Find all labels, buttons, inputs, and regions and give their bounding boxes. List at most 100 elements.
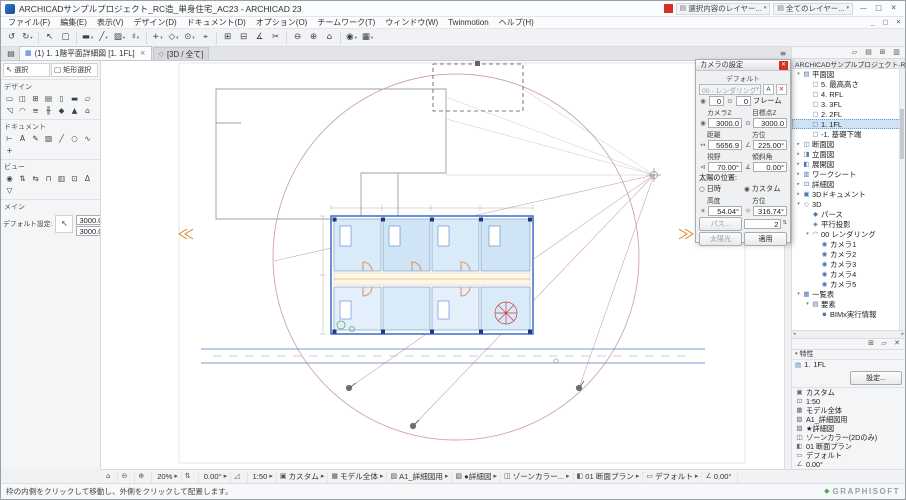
tree-item[interactable]: ▸ ◫ 断面図: [792, 139, 905, 149]
tilt-field[interactable]: 0.00°: [753, 162, 787, 172]
menu-item[interactable]: ウィンドウ(W): [380, 17, 443, 28]
camera-tool-icon[interactable]: ◉: [3, 173, 16, 185]
doc-minimize-button[interactable]: _: [866, 19, 879, 26]
radio-custom[interactable]: ◉ カスタム: [744, 184, 787, 194]
menu-item[interactable]: Twinmotion: [443, 18, 493, 27]
tree-item[interactable]: ◉ カメラ3: [792, 259, 905, 269]
expander-icon[interactable]: ▾: [795, 71, 802, 77]
layer-combination[interactable]: ▣ カスタム ▸: [277, 470, 329, 483]
tree-item[interactable]: ▾ ▤ 要素: [792, 299, 905, 309]
arrow-tool-icon[interactable]: ↖: [42, 31, 57, 45]
worksheet-tool-icon[interactable]: ▥: [55, 173, 68, 185]
fit-in-window-icon[interactable]: ⌂: [322, 31, 337, 45]
section-design[interactable]: デザイン: [1, 79, 100, 93]
favorite-line-icon[interactable]: ╱: [96, 31, 111, 45]
show-3d-icon[interactable]: ▦: [360, 31, 375, 45]
tree-item[interactable]: ▸ ▣ 3Dドキュメント: [792, 189, 905, 199]
organizer-icon[interactable]: ⊞: [876, 47, 889, 58]
selection-layers-dropdown[interactable]: ▤ 選択内容のレイヤー... ▾: [675, 2, 771, 15]
curtain-wall-tool-icon[interactable]: ▤: [42, 93, 55, 105]
camera-view-icon[interactable]: ◉: [344, 31, 359, 45]
orientation[interactable]: ∠ 0.00°: [792, 460, 905, 469]
spinner-icon[interactable]: ⇅: [782, 221, 787, 227]
project-root[interactable]: ARCHICADサンプルプロジェクト-RC... ^: [792, 58, 905, 70]
label-tool-icon[interactable]: ✎: [29, 133, 42, 145]
close-tab-icon[interactable]: ×: [140, 50, 146, 57]
menu-item[interactable]: 編集(E): [55, 17, 92, 28]
dimension-style[interactable]: ▭ デフォルト: [792, 451, 905, 460]
tree-item[interactable]: ◉ カメラ4: [792, 269, 905, 279]
tree-item[interactable]: ▸ ⊡ 詳細図: [792, 179, 905, 189]
tree-item[interactable]: ▾ ◠ 00 レンダリング: [792, 229, 905, 239]
cut-icon[interactable]: ✂: [268, 31, 283, 45]
close-icon[interactable]: ✕: [779, 60, 788, 70]
tree-item[interactable]: ▢ -1. 基礎下端: [792, 129, 905, 139]
maximize-button[interactable]: □: [871, 3, 886, 15]
scale-icon[interactable]: ◿: [231, 470, 248, 483]
expander-icon[interactable]: ▸: [795, 141, 802, 147]
radio-datetime[interactable]: ○ 日時: [699, 184, 742, 194]
doc-restore-button[interactable]: ▢: [879, 19, 892, 26]
minimize-button[interactable]: —: [856, 3, 871, 15]
group-icon[interactable]: ⊞: [220, 31, 235, 45]
tree-item[interactable]: ▢ 3. 3FL: [792, 99, 905, 109]
toolbar-separator[interactable]: [76, 31, 77, 44]
gravity-icon[interactable]: ⊙: [182, 31, 197, 45]
scroll-left-icon[interactable]: ◂: [793, 332, 796, 337]
arrow-select-button[interactable]: ↖ 選択: [3, 63, 50, 77]
menu-item[interactable]: 表示(V): [92, 17, 129, 28]
zoom-in-icon[interactable]: ⊕: [306, 31, 321, 45]
apply-button[interactable]: 適用: [744, 232, 787, 246]
properties-header[interactable]: ▾ 特性: [792, 350, 905, 360]
expander-icon[interactable]: ▸: [795, 181, 802, 187]
frame-number-field[interactable]: 0: [736, 96, 751, 106]
marquee-tool-icon[interactable]: ▢: [58, 31, 73, 45]
elevation-tool-icon[interactable]: ⇆: [29, 173, 42, 185]
toolbar-separator[interactable]: [286, 31, 287, 44]
coordinate-icon[interactable]: ⌖: [198, 31, 213, 45]
menu-item[interactable]: ドキュメント(D): [182, 17, 251, 28]
step-field[interactable]: 2: [744, 219, 782, 229]
expander-icon[interactable]: ▾: [804, 301, 811, 307]
fill-tool-icon[interactable]: ▨: [42, 133, 55, 145]
interior-elevation-tool-icon[interactable]: ⊓: [42, 173, 55, 185]
tree-item[interactable]: ◉ カメラ2: [792, 249, 905, 259]
distance-field[interactable]: 5656.9: [708, 140, 742, 150]
section-view[interactable]: ビュー: [1, 159, 100, 173]
tree-item[interactable]: ▾ ▦ 一覧表: [792, 289, 905, 299]
dimension-tool-icon[interactable]: ⊢: [3, 133, 16, 145]
change-tool-icon[interactable]: Δ: [81, 173, 94, 185]
tree-item[interactable]: ▪ BIMx実行情報: [792, 309, 905, 319]
railing-tool-icon[interactable]: ╫: [42, 105, 55, 117]
sort-az-button[interactable]: A: [763, 84, 774, 95]
tree-item[interactable]: ◆ パース: [792, 209, 905, 219]
redo-icon[interactable]: ↻: [20, 31, 35, 45]
snap-points-icon[interactable]: ◇: [166, 31, 181, 45]
column-tool-icon[interactable]: ▯: [55, 93, 68, 105]
tree-item[interactable]: ▸ ◨ 立面図: [792, 149, 905, 159]
model-view-options[interactable]: ▨ ●詳細図 ▸: [452, 470, 501, 483]
tab-3d-view[interactable]: ◇ [3D / 全て]: [152, 47, 210, 60]
target-z-field[interactable]: 3000.0: [753, 118, 787, 128]
wall-tool-icon[interactable]: ▭: [3, 93, 16, 105]
tab-floor-plan[interactable]: ▦ (1) 1. 1階平面詳細図 [1. 1FL] ×: [19, 46, 152, 60]
grid-snap-icon[interactable]: ♯: [128, 31, 143, 45]
sun-azimuth-field[interactable]: 316.74°: [753, 206, 787, 216]
view-menu-icon[interactable]: ▤: [3, 47, 19, 60]
stair-tool-icon[interactable]: ≡: [29, 105, 42, 117]
menu-item[interactable]: ヘルプ(H): [494, 17, 539, 28]
expander-icon[interactable]: ▸: [795, 171, 802, 177]
toolbar-separator[interactable]: [146, 31, 147, 44]
marker-tool-icon[interactable]: ▽: [3, 185, 16, 197]
settings-button[interactable]: 設定...: [850, 371, 902, 386]
detail-tool-icon[interactable]: ⊡: [68, 173, 81, 185]
scroll-right-icon[interactable]: ▸: [901, 332, 904, 337]
camera-path-select[interactable]: 00 - レンダリング ▾: [699, 84, 761, 95]
orientation-icon[interactable]: ⇅: [182, 470, 199, 483]
tree-item[interactable]: ◉ カメラ1: [792, 239, 905, 249]
camera-z-field[interactable]: 3000.0: [708, 118, 742, 128]
fov-field[interactable]: 70.00°: [708, 162, 742, 172]
toolbar-separator[interactable]: [216, 31, 217, 44]
orientation-angle[interactable]: ∠ 0.00°: [702, 470, 738, 483]
structure-display[interactable]: ▦ モデル全体 ▸: [328, 470, 388, 483]
